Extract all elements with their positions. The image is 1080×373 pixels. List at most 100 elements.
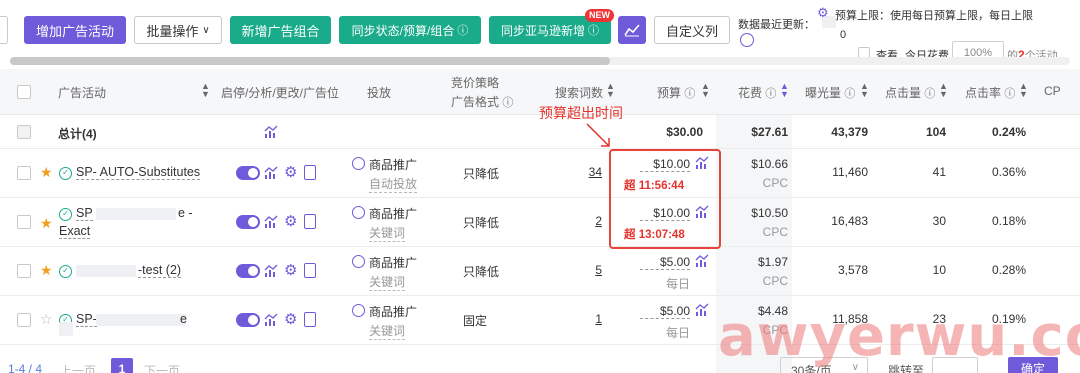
header-ctr[interactable]: 点击率 ⓘ — [965, 84, 1015, 101]
sort-icon[interactable]: ▲ ▼ — [701, 82, 710, 99]
enable-toggle[interactable] — [236, 264, 260, 278]
star-filled-icon[interactable]: ★ — [40, 215, 53, 232]
header-campaign[interactable]: 广告活动 — [58, 84, 106, 101]
document-icon[interactable] — [304, 165, 316, 180]
annotation-arrow — [586, 123, 610, 147]
budget-chart-icon[interactable] — [695, 254, 709, 268]
campaign-name[interactable]: -test (2) — [138, 263, 182, 278]
spend-sub: CPC — [762, 176, 788, 190]
gear-icon[interactable]: ⚙ — [284, 163, 297, 181]
redacted-name — [76, 265, 136, 277]
search-term-count[interactable]: 34 — [572, 165, 602, 179]
analytics-icon[interactable] — [264, 166, 278, 180]
analytics-icon[interactable] — [264, 313, 278, 327]
analytics-icon[interactable] — [264, 264, 278, 278]
new-ad-group-button[interactable]: 新增广告组合 — [230, 16, 331, 44]
campaign-name[interactable]: SP- AUTO-Substitutes — [76, 165, 201, 180]
sort-icon[interactable]: ▲ ▼ — [860, 82, 869, 99]
row-checkbox[interactable] — [17, 264, 31, 278]
help-icon: ⓘ — [684, 88, 696, 100]
next-page-button[interactable]: 下一页 — [144, 362, 180, 373]
budget-value[interactable]: $5.00 — [640, 304, 690, 319]
help-icon: ⓘ — [765, 88, 777, 100]
help-icon: ⓘ — [588, 25, 599, 37]
header-budget[interactable]: 预算 ⓘ — [657, 84, 695, 101]
search-term-count[interactable]: 5 — [572, 263, 602, 277]
document-icon[interactable] — [304, 263, 316, 278]
header-cpc[interactable]: CP — [1044, 84, 1061, 98]
sort-icon[interactable]: ▲ ▼ — [939, 82, 948, 99]
bulk-ops-dropdown[interactable]: 批量操作 ∨ — [134, 16, 222, 44]
budget-value[interactable]: $5.00 — [640, 255, 690, 270]
enable-toggle[interactable] — [236, 215, 260, 229]
targeting-type[interactable]: 自动投放 — [369, 175, 418, 193]
clicks-header-label: 点击量 — [885, 86, 922, 100]
sort-icon[interactable]: ▲ ▼ — [201, 82, 210, 99]
spend-header-label: 花费 — [738, 86, 763, 100]
header-impressions[interactable]: 曝光量 ⓘ — [805, 84, 855, 101]
star-filled-icon[interactable]: ★ — [40, 164, 53, 181]
clicks-value: 10 — [932, 263, 946, 277]
total-checkbox — [17, 125, 31, 139]
enable-toggle[interactable] — [236, 313, 260, 327]
line-chart-icon — [624, 24, 640, 37]
horizontal-scrollbar[interactable] — [10, 57, 610, 65]
header-clicks[interactable]: 点击量 ⓘ — [885, 84, 935, 101]
gear-icon[interactable]: ⚙ — [284, 212, 297, 230]
header-search-terms[interactable]: 搜索词数 — [555, 84, 603, 101]
budget-exceeded-highlight — [609, 149, 721, 249]
custom-columns-button[interactable]: 自定义列 — [654, 16, 730, 44]
sort-icon[interactable]: ▲ ▼ — [606, 82, 615, 99]
budget-exceeded-annotation: 预算超出时间 — [539, 105, 623, 121]
ctr-value: 0.36% — [991, 165, 1026, 179]
ctr-value: 0.28% — [991, 263, 1026, 277]
chevron-down-icon: ∨ — [202, 24, 210, 36]
spend-sub: CPC — [762, 225, 788, 239]
refresh-icon[interactable] — [740, 33, 754, 47]
enable-toggle[interactable] — [236, 166, 260, 180]
gear-icon[interactable]: ⚙ — [284, 261, 297, 279]
document-icon[interactable] — [304, 214, 316, 229]
header-bid-strategy: 竞价策略 — [451, 76, 500, 90]
bulk-ops-label: 批量操作 — [146, 23, 199, 39]
analytics-icon[interactable] — [264, 125, 278, 139]
campaign-name[interactable]: SP- — [76, 312, 97, 327]
table-row: ★ ✓ -test (2) ⚙ 商品推广 关键词 只降低 5 $5.00 每日 $1.97 CPC 3,… — [0, 247, 1080, 296]
select-all-checkbox[interactable] — [17, 85, 31, 99]
impressions-value: 3,578 — [837, 263, 868, 277]
row-checkbox[interactable] — [17, 215, 31, 229]
analytics-icon[interactable] — [264, 215, 278, 229]
budget-note: 每日 — [666, 326, 691, 340]
gear-icon[interactable]: ⚙ — [284, 310, 297, 328]
header-actions: 启停/分析/更改/广告位 — [221, 86, 340, 100]
sort-icon-active[interactable]: ▲ ▼ — [780, 82, 789, 99]
document-icon[interactable] — [304, 312, 316, 327]
gear-icon[interactable]: ⚙ — [817, 5, 829, 21]
search-term-count[interactable]: 1 — [572, 312, 602, 326]
campaign-name[interactable]: SP — [76, 206, 93, 221]
row-checkbox[interactable] — [17, 313, 31, 327]
help-icon: ⓘ — [924, 88, 936, 100]
sort-icon[interactable]: ▲ ▼ — [1019, 82, 1028, 99]
header-spend[interactable]: 花费 ⓘ — [738, 84, 776, 101]
chart-button[interactable] — [618, 16, 646, 44]
prev-page-button[interactable]: 上一页 — [60, 362, 96, 373]
star-filled-icon[interactable]: ★ — [40, 262, 53, 279]
budget-chart-icon[interactable] — [695, 303, 709, 317]
status-check-icon: ✓ — [59, 265, 72, 278]
campaign-name-tail: e — [180, 312, 187, 326]
search-term-count[interactable]: 2 — [572, 214, 602, 228]
current-page-button[interactable]: 1 — [111, 358, 133, 373]
data-updated-label: 数据最近更新： — [738, 19, 815, 31]
targeting-type[interactable]: 关键词 — [369, 224, 406, 242]
sync-status-button[interactable]: 同步状态/预算/组合 ⓘ — [339, 16, 481, 44]
add-campaign-button[interactable]: 增加广告活动 — [24, 16, 126, 44]
spend-value: $1.97 — [757, 255, 788, 269]
targeting-type[interactable]: 关键词 — [369, 273, 406, 291]
row-checkbox[interactable] — [17, 166, 31, 180]
targeting-type[interactable]: 关键词 — [369, 322, 406, 340]
budget-header-label: 预算 — [657, 86, 682, 100]
campaign-name-tail: e - — [178, 206, 193, 220]
redacted-name — [59, 322, 73, 336]
star-outline-icon[interactable]: ☆ — [40, 311, 53, 328]
